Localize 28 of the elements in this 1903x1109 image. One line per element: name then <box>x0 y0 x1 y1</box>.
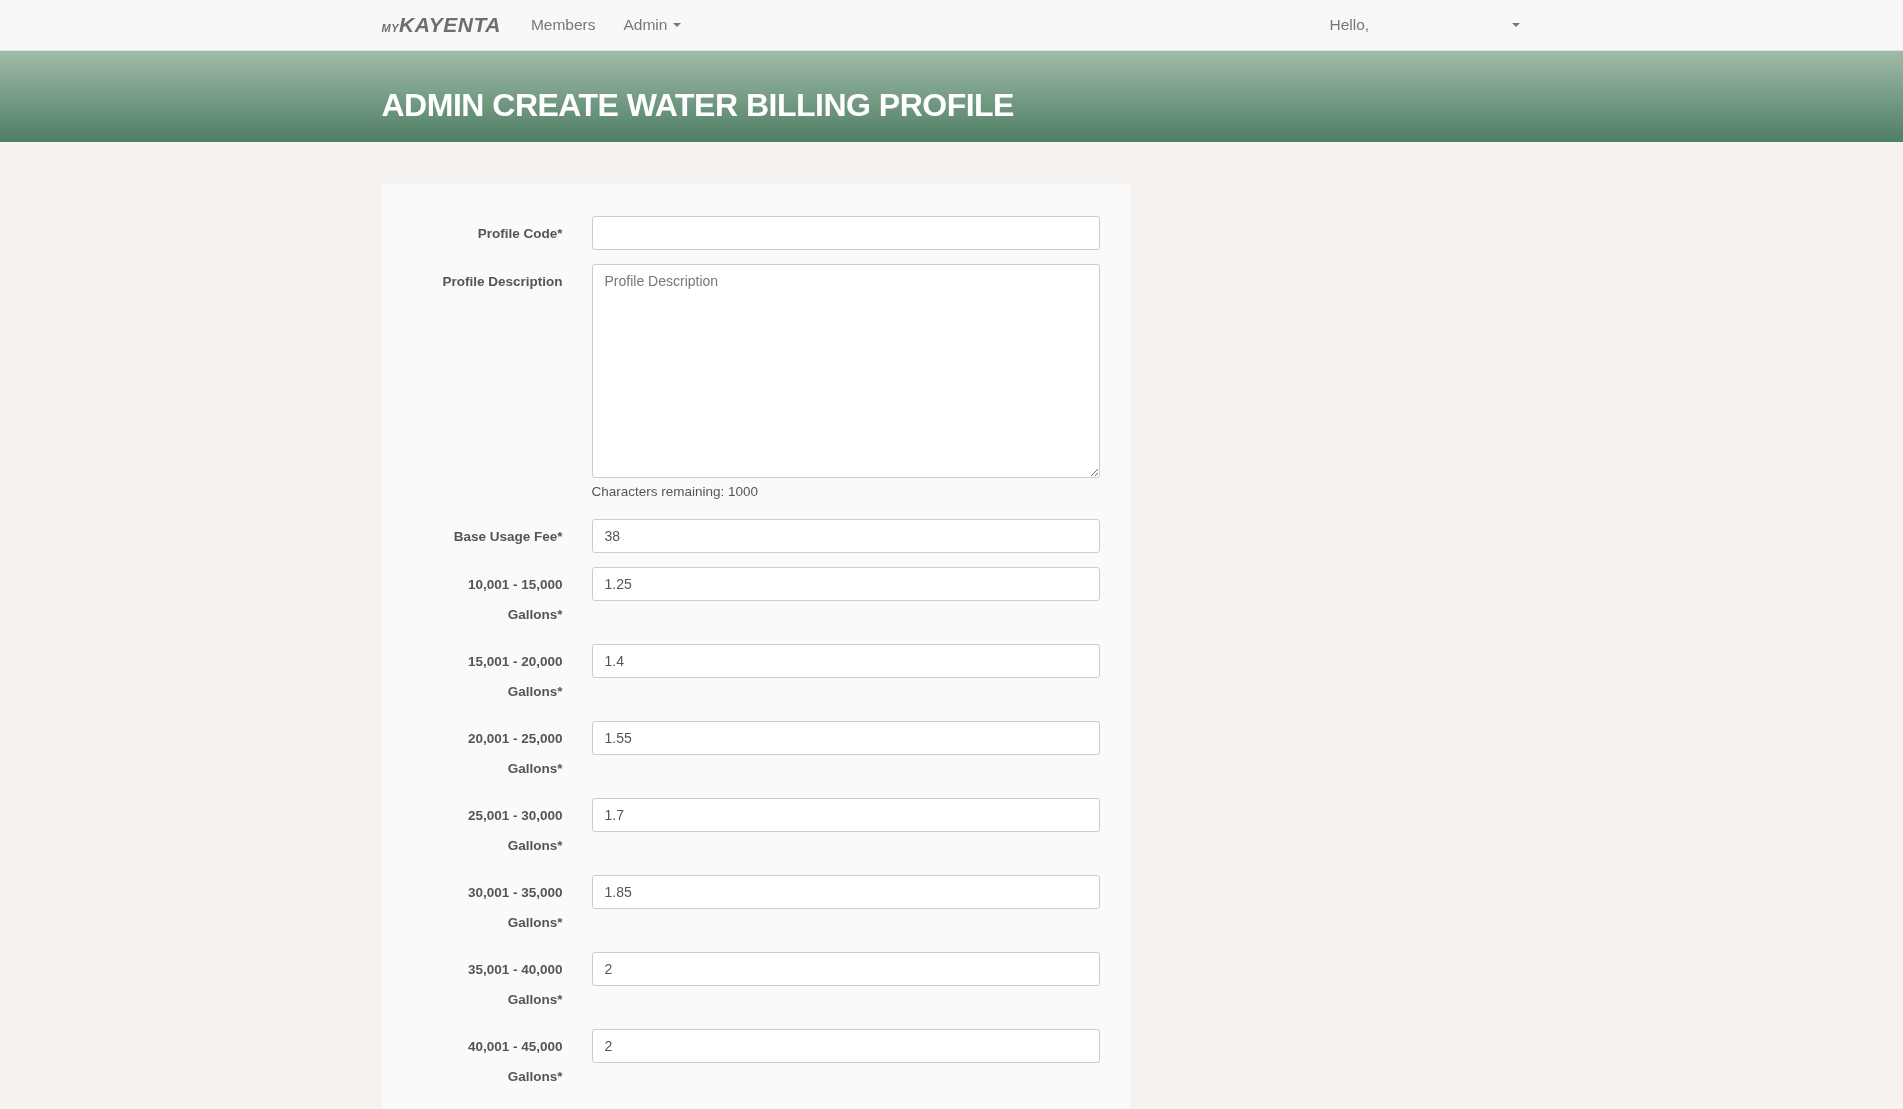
field-label: 30,001 - 35,000 Gallons* <box>466 884 563 932</box>
caret-icon <box>673 23 682 27</box>
field-label: Base Usage Fee* <box>453 528 563 546</box>
input-field[interactable]: 38 <box>591 519 1100 553</box>
input-field[interactable]: 2 <box>591 1029 1100 1063</box>
field-label: Profile Description <box>442 273 563 291</box>
user-menu[interactable]: Hello, <box>1329 16 1520 34</box>
input-field[interactable]: 1.4 <box>591 644 1100 678</box>
field-label: Profile Code* <box>477 225 563 243</box>
field-label: 15,001 - 20,000 Gallons* <box>466 653 563 701</box>
field-label: 25,001 - 30,000 Gallons* <box>466 807 563 855</box>
nav-link[interactable]: Members <box>530 16 596 34</box>
input-field[interactable]: 1.7 <box>591 798 1100 832</box>
input-field[interactable]: 1.25 <box>591 567 1100 601</box>
input-field[interactable]: 2 <box>591 952 1100 986</box>
field-label: 10,001 - 15,000 Gallons* <box>466 576 563 624</box>
character-counter: Characters remaining: 1000 <box>591 484 760 499</box>
text-area[interactable]: Profile Description <box>591 264 1100 478</box>
input-field[interactable]: 1.55 <box>591 721 1100 755</box>
input-field[interactable]: 1.85 <box>591 875 1100 909</box>
caret-icon <box>1511 23 1520 27</box>
nav-link[interactable]: Admin <box>623 16 682 34</box>
field-label: 35,001 - 40,000 Gallons* <box>466 961 563 1009</box>
field-label: 20,001 - 25,000 Gallons* <box>466 730 563 778</box>
page-title: ADMIN CREATE WATER BILLING PROFILE <box>381 86 1015 123</box>
input-field[interactable] <box>591 216 1100 250</box>
logo[interactable]: MYKAYENTA <box>381 13 501 37</box>
field-label: 40,001 - 45,000 Gallons* <box>466 1038 563 1086</box>
